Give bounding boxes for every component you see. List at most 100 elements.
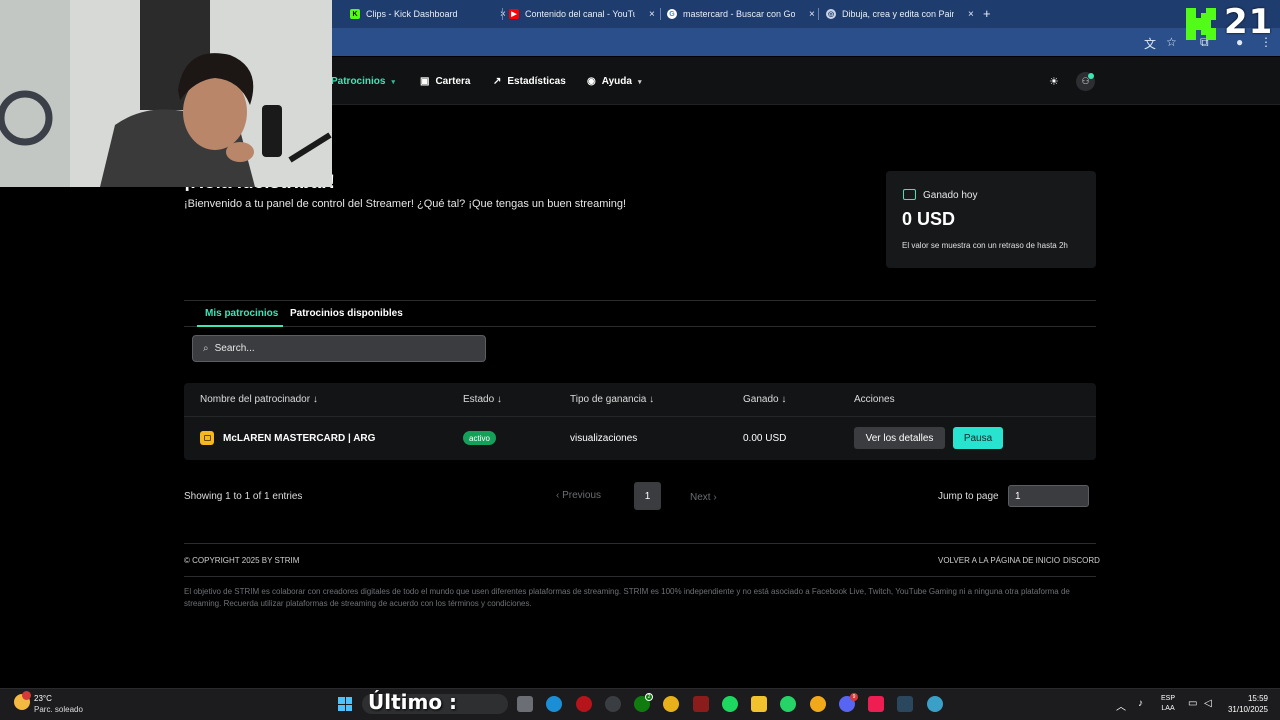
help-icon: ◉ bbox=[587, 76, 596, 87]
earnings-value: 0 USD bbox=[902, 209, 956, 229]
steam-icon[interactable] bbox=[897, 696, 913, 712]
chevron-down-icon: ▾ bbox=[391, 78, 395, 86]
webcam-overlay bbox=[0, 0, 332, 187]
tab-google[interactable]: G mastercard - Buscar con Google × bbox=[667, 4, 815, 24]
search-input[interactable] bbox=[214, 343, 455, 354]
column-header-actions: Acciones bbox=[854, 394, 895, 405]
nav-item-ayuda[interactable]: ◉ Ayuda ▾ bbox=[587, 76, 641, 87]
nav-item-label: Estadísticas bbox=[507, 76, 566, 87]
tab-separator bbox=[660, 8, 661, 20]
spotify-icon[interactable] bbox=[722, 696, 738, 712]
paint-icon: ◎ bbox=[826, 9, 836, 19]
tab-kick-clips[interactable]: K Clips - Kick Dashboard × bbox=[350, 4, 506, 24]
earning-type: visualizaciones bbox=[570, 433, 638, 444]
previous-page-button[interactable]: ‹ Previous bbox=[556, 490, 601, 501]
tab-separator bbox=[502, 8, 503, 20]
tiktok-icon[interactable] bbox=[868, 696, 884, 712]
nav-item-label: Ayuda bbox=[601, 76, 632, 87]
tab-mis-patrocinios[interactable]: Mis patrocinios bbox=[205, 308, 278, 319]
nav-item-label: Cartera bbox=[435, 76, 471, 87]
tab-paint[interactable]: ◎ Dibuja, crea y edita con Paint | × bbox=[826, 4, 974, 24]
column-header-name[interactable]: Nombre del patrocinador ↓ bbox=[200, 394, 318, 405]
column-header-type[interactable]: Tipo de ganancia ↓ bbox=[570, 394, 654, 405]
nav-item-label: Patrocinios bbox=[331, 76, 386, 87]
volume-icon[interactable]: ◁ bbox=[1204, 698, 1212, 709]
view-details-button[interactable]: Ver los detalles bbox=[854, 427, 945, 449]
weather-description: Parc. soleado bbox=[34, 705, 83, 714]
earnings-note: El valor se muestra con un retraso de ha… bbox=[902, 241, 1068, 250]
weather-temperature: 23°C bbox=[34, 694, 52, 703]
nav-item-patrocinios[interactable]: Patrocinios ▾ bbox=[331, 76, 395, 87]
table-header-divider bbox=[184, 416, 1096, 417]
windows-start-icon[interactable] bbox=[338, 697, 352, 711]
copyright-text: © COPYRIGHT 2025 BY STRIM bbox=[184, 556, 300, 565]
task-view-icon[interactable] bbox=[517, 696, 533, 712]
wallet-icon bbox=[903, 189, 916, 200]
wallet-icon: ▣ bbox=[420, 76, 430, 87]
chart-icon: ↗ bbox=[493, 76, 502, 87]
discord-badge: 9 bbox=[850, 693, 858, 701]
tray-overflow-chevron-icon[interactable]: ︿ bbox=[1116, 698, 1126, 713]
earnings-label: Ganado hoy bbox=[923, 190, 978, 201]
active-tab-indicator bbox=[197, 325, 283, 327]
kick-logo-icon bbox=[1186, 8, 1216, 40]
keyboard-layout: LAA bbox=[1161, 705, 1175, 712]
close-tab-icon[interactable]: × bbox=[649, 9, 655, 20]
new-tab-button[interactable]: + bbox=[983, 6, 991, 21]
tabs-divider bbox=[184, 326, 1096, 327]
tab-title: Contenido del canal - YouTube bbox=[525, 9, 635, 19]
edge-icon[interactable] bbox=[546, 696, 562, 712]
bookmark-star-icon[interactable]: ☆ bbox=[1166, 35, 1177, 49]
home-link[interactable]: VOLVER A LA PÁGINA DE INICIO bbox=[938, 556, 1060, 565]
tab-title: Dibuja, crea y edita con Paint | bbox=[842, 9, 954, 19]
sponsor-name: McLAREN MASTERCARD | ARG bbox=[223, 433, 376, 444]
nav-item-estadisticas[interactable]: ↗ Estadísticas bbox=[493, 76, 566, 87]
google-icon: G bbox=[667, 9, 677, 19]
language-indicator[interactable]: ESP LAA bbox=[1161, 694, 1175, 714]
next-page-button[interactable]: Next › bbox=[690, 492, 717, 503]
search-box[interactable]: ⌕ bbox=[192, 335, 486, 362]
current-page-button[interactable]: 1 bbox=[634, 482, 661, 510]
kick-overlay-number: 21 bbox=[1224, 2, 1274, 42]
app-globe-icon[interactable] bbox=[927, 696, 943, 712]
column-header-status[interactable]: Estado ↓ bbox=[463, 394, 502, 405]
status-badge: activo bbox=[463, 431, 496, 445]
close-tab-icon[interactable]: × bbox=[968, 9, 974, 20]
system-clock[interactable]: 15:59 31/10/2025 bbox=[1226, 693, 1268, 715]
clock-time: 15:59 bbox=[1247, 694, 1268, 703]
tab-title: mastercard - Buscar con Google bbox=[683, 9, 795, 19]
kick-overlay: 21 bbox=[1184, 2, 1280, 44]
webcam-video-image bbox=[0, 0, 332, 187]
pause-button[interactable]: Pausa bbox=[953, 427, 1003, 449]
steering-wheel-app-icon[interactable] bbox=[605, 696, 621, 712]
app-icon[interactable] bbox=[693, 696, 709, 712]
file-explorer-icon[interactable] bbox=[751, 696, 767, 712]
divider bbox=[184, 300, 1096, 301]
tab-youtube[interactable]: ▶ Contenido del canal - YouTube × bbox=[509, 4, 655, 24]
chevron-down-icon: ▾ bbox=[637, 78, 642, 86]
chrome-active-icon[interactable] bbox=[810, 696, 826, 712]
microphone-icon[interactable]: ♪ bbox=[1138, 698, 1143, 709]
jump-to-page-input[interactable] bbox=[1008, 485, 1089, 507]
jump-to-page-label: Jump to page bbox=[938, 491, 999, 502]
tab-patrocinios-disponibles[interactable]: Patrocinios disponibles bbox=[290, 308, 403, 319]
weather-alert-badge bbox=[22, 691, 31, 700]
discord-link[interactable]: DISCORD bbox=[1063, 556, 1100, 565]
clock-date: 31/10/2025 bbox=[1227, 705, 1268, 714]
footer-divider bbox=[184, 576, 1096, 577]
search-icon: ⌕ bbox=[203, 343, 209, 354]
whatsapp-icon[interactable] bbox=[780, 696, 796, 712]
chrome-icon[interactable] bbox=[663, 696, 679, 712]
close-tab-icon[interactable]: × bbox=[809, 9, 815, 20]
nav-item-cartera[interactable]: ▣ Cartera bbox=[420, 76, 470, 87]
theme-toggle-sun-icon[interactable]: ☀ bbox=[1049, 75, 1059, 88]
kick-icon: K bbox=[350, 9, 360, 19]
translate-icon[interactable]: 文 bbox=[1144, 35, 1156, 52]
column-header-earned[interactable]: Ganado ↓ bbox=[743, 394, 786, 405]
footer-disclaimer: El objetivo de STRIM es colaborar con cr… bbox=[184, 587, 1070, 608]
entries-summary: Showing 1 to 1 of 1 entries bbox=[184, 491, 303, 502]
app-red-icon[interactable] bbox=[576, 696, 592, 712]
network-icon[interactable]: ▭ bbox=[1188, 698, 1197, 709]
youtube-icon: ▶ bbox=[509, 9, 519, 19]
online-status-dot bbox=[1088, 73, 1094, 79]
